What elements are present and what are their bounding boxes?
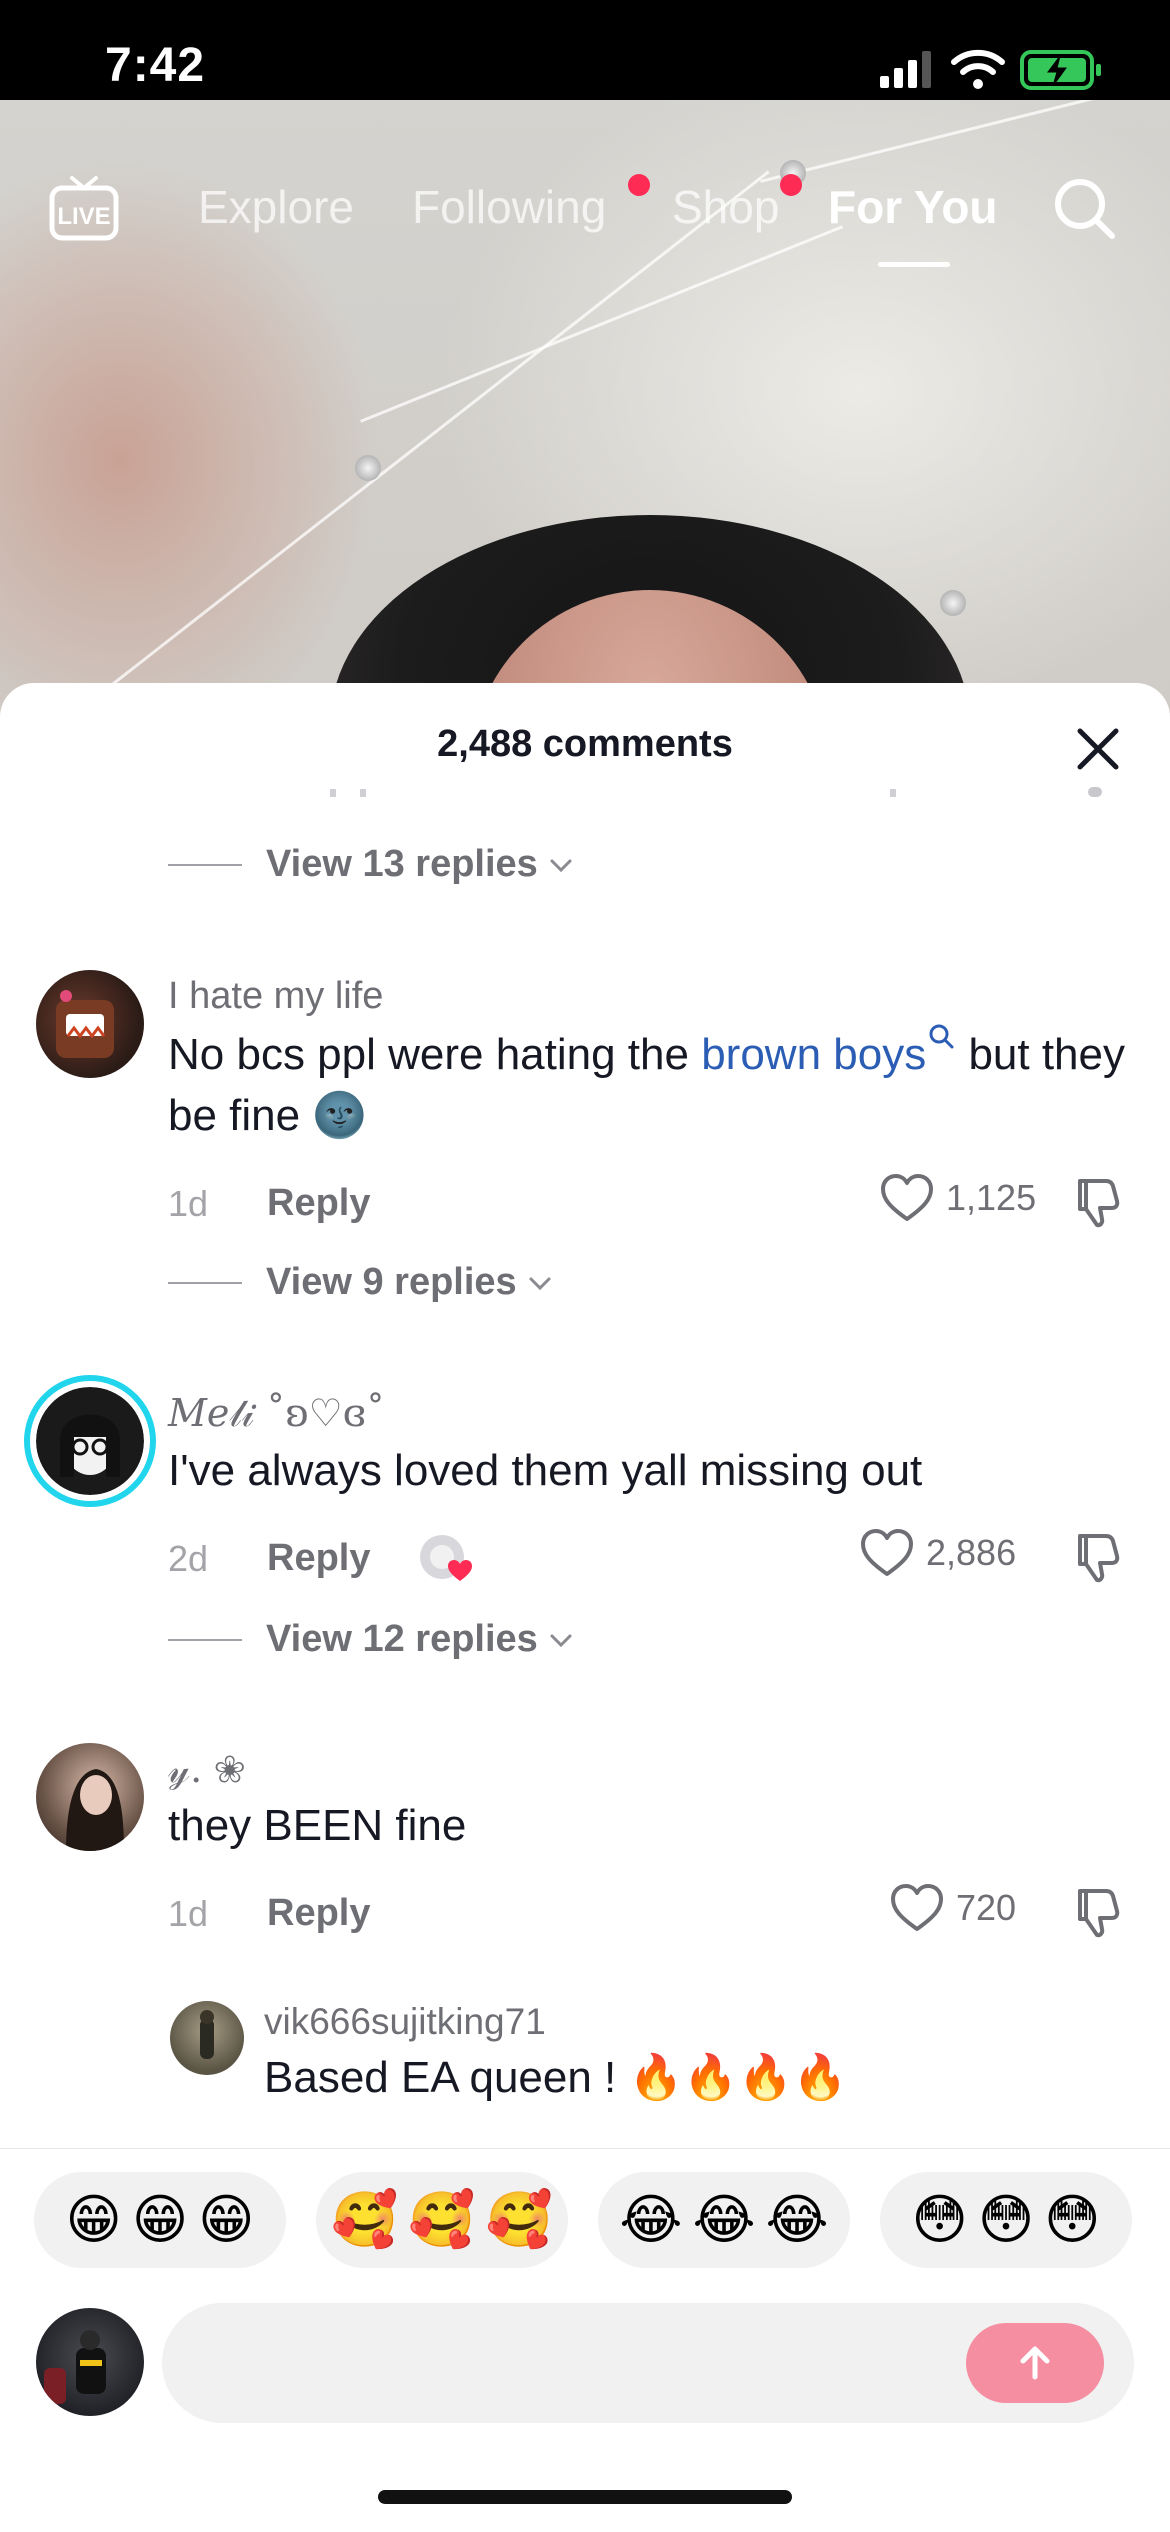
view-replies-label: View 9 replies (266, 1261, 517, 1303)
dislike-icon[interactable] (1068, 1173, 1124, 1229)
emoji: 😂 (765, 2188, 829, 2251)
active-tab-underline (878, 262, 950, 267)
avatar-image (36, 1387, 144, 1495)
like-button[interactable]: 2,886 (860, 1528, 1016, 1578)
heart-icon (891, 1884, 943, 1931)
top-navigation: LIVE Explore Following Shop For You (0, 170, 1170, 270)
chevron-down-icon (550, 1634, 572, 1647)
tab-shop[interactable]: Shop (672, 180, 779, 234)
like-button[interactable]: 720 (890, 1883, 1016, 1933)
comment-username[interactable]: 𝓎. ❀ (168, 1747, 245, 1792)
like-count: 720 (956, 1887, 1017, 1928)
wifi-icon (951, 49, 1005, 89)
chevron-down-icon (550, 859, 572, 872)
comment-text: they BEEN fine (168, 1801, 467, 1850)
reply-button[interactable]: Reply (267, 1537, 370, 1580)
reply-text: Based EA queen ! 🔥🔥🔥🔥 (264, 2053, 848, 2102)
divider-line (168, 863, 242, 866)
emoji: 😂 (619, 2188, 683, 2251)
reply-avatar[interactable] (170, 2001, 244, 2075)
avatar[interactable] (36, 1743, 144, 1851)
my-avatar[interactable] (36, 2308, 144, 2416)
status-icons (880, 49, 1101, 90)
avatar-image (66, 1769, 124, 1851)
search-icon[interactable] (1052, 176, 1118, 242)
tab-for-you[interactable]: For You (828, 180, 998, 234)
emoji: 😁 (65, 2188, 122, 2251)
view-replies-label: View 13 replies (266, 843, 538, 885)
comment-input-row (0, 2298, 1170, 2428)
divider-line (168, 1638, 242, 1641)
emoji: 🥰 (485, 2188, 553, 2251)
view-replies-label: View 12 replies (266, 1618, 538, 1660)
send-arrow-icon (1020, 2346, 1050, 2380)
avatar-image (56, 990, 114, 1058)
following-notification-dot (628, 174, 650, 196)
previous-comment-cutoff (330, 787, 1102, 797)
comment-time: 1d (168, 1183, 209, 1224)
emoji: 😳 (977, 2188, 1035, 2251)
background-tack (940, 590, 966, 616)
avatar-image (44, 2330, 106, 2404)
quick-emoji-grin[interactable]: 😁 😁 😁 (34, 2172, 286, 2268)
avatar-with-story-ring[interactable] (24, 1375, 156, 1507)
search-icon (929, 1024, 954, 1049)
emoji: 🥰 (408, 2188, 476, 2251)
comment-text: I've always loved them yall missing out (168, 1446, 923, 1495)
comments-count-title: 2,488 comments (437, 723, 733, 765)
view-replies-button[interactable]: View 12 replies (168, 1618, 574, 1661)
chevron-down-icon (529, 1277, 551, 1290)
reply-button[interactable]: Reply (267, 1892, 370, 1935)
heart-icon (861, 1529, 913, 1576)
comment-text-part: No bcs ppl were hating the (168, 1030, 702, 1079)
like-count: 1,125 (946, 1177, 1037, 1218)
search-link[interactable]: brown boys (701, 1024, 956, 1079)
emoji-bar-divider (0, 2148, 1170, 2149)
live-icon[interactable]: LIVE (48, 174, 120, 242)
emoji: 😳 (911, 2188, 968, 2251)
shop-notification-dot (780, 174, 802, 196)
quick-emoji-hearts[interactable]: 🥰 🥰 🥰 (316, 2172, 568, 2268)
emoji: 😂 (692, 2188, 756, 2251)
quick-emoji-flushed[interactable]: 😳 😳 😳 (880, 2172, 1132, 2268)
dislike-icon[interactable] (1068, 1883, 1124, 1939)
comment-time: 2d (168, 1538, 209, 1579)
avatar[interactable] (36, 970, 144, 1078)
comment-text: No bcs ppl were hating the brown boys bu… (168, 1023, 1128, 1146)
view-replies-button[interactable]: View 13 replies (168, 843, 574, 886)
creator-liked-icon (420, 1535, 472, 1581)
avatar-image (200, 2010, 214, 2059)
close-icon[interactable] (1070, 721, 1126, 777)
reply-button[interactable]: Reply (267, 1182, 370, 1225)
battery-icon (1020, 50, 1101, 90)
tab-following[interactable]: Following (412, 180, 606, 234)
svg-text:LIVE: LIVE (57, 203, 110, 230)
like-button[interactable]: 1,125 (880, 1173, 1036, 1223)
dislike-icon[interactable] (1068, 1528, 1124, 1584)
search-link-label: brown boys (701, 1030, 927, 1079)
home-indicator[interactable] (378, 2490, 792, 2504)
comment-username[interactable]: I hate my life (168, 975, 383, 1018)
emoji: 🥰 (331, 2188, 399, 2251)
divider-line (168, 1281, 242, 1284)
status-time: 7:42 (105, 39, 206, 92)
tab-explore[interactable]: Explore (198, 180, 354, 234)
signal-icon (880, 51, 931, 88)
reply-username[interactable]: vik666sujitking71 (264, 2001, 546, 2043)
emoji: 😁 (198, 2188, 255, 2251)
background-tack (355, 455, 381, 481)
emoji: 😁 (131, 2188, 189, 2251)
quick-emoji-laugh[interactable]: 😂 😂 😂 (598, 2172, 850, 2268)
comment-username[interactable]: 𝑀𝑒𝓁𝒾 ˚ʚ♡ɞ˚ (168, 1391, 385, 1436)
emoji: 😳 (1044, 2188, 1101, 2251)
status-bar: 7:42 (0, 0, 1170, 100)
comment-time: 1d (168, 1893, 209, 1934)
view-replies-button[interactable]: View 9 replies (168, 1261, 553, 1304)
like-count: 2,886 (926, 1532, 1017, 1573)
send-button[interactable] (966, 2323, 1104, 2403)
heart-icon (881, 1174, 933, 1221)
